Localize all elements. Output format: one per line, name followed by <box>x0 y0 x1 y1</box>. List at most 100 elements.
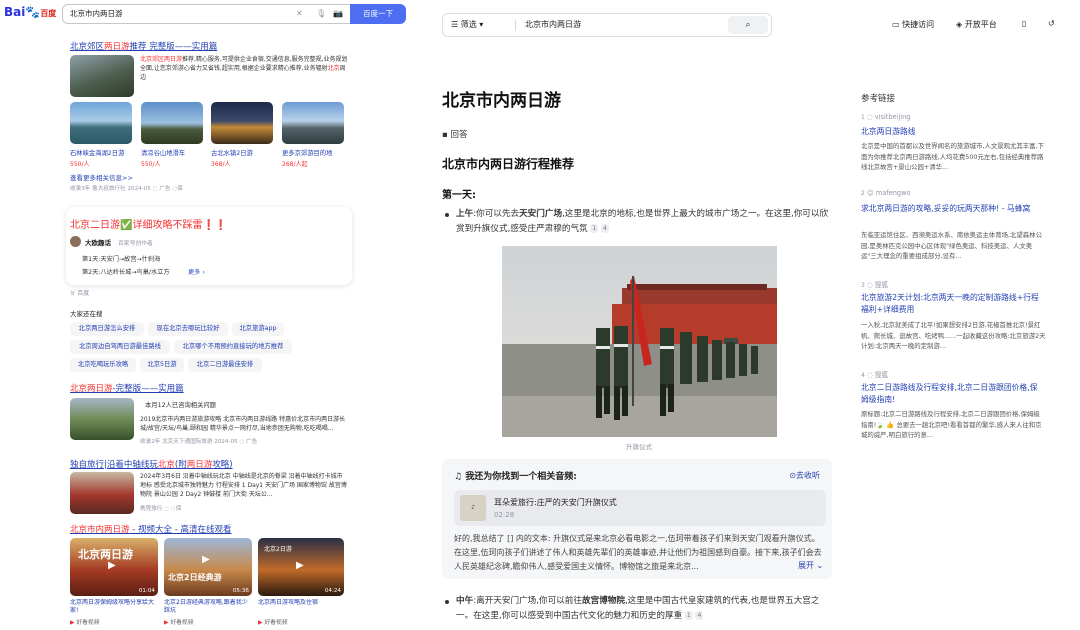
spot3-name[interactable]: 古北水镇2日游 <box>211 148 253 157</box>
result3-thumb[interactable] <box>70 398 134 440</box>
video2-thumb[interactable]: 北京2日经典游 05:36 ▶ <box>164 538 252 596</box>
spot4-name[interactable]: 更多京郊游目的地 <box>282 148 332 157</box>
history-icon[interactable]: ↺ <box>1048 19 1055 28</box>
result3-question[interactable]: 本月12人已咨询相关问题 <box>145 400 216 409</box>
spot3-thumb[interactable] <box>211 102 273 144</box>
expand-link[interactable]: 展开 ⌄ <box>796 560 824 571</box>
result2-author[interactable]: 大欧趣话 <box>85 237 111 247</box>
spot4-thumb[interactable] <box>282 102 344 144</box>
video3-source-label: 好看视频 <box>264 620 288 626</box>
chip-4[interactable]: 北京周边自驾两日游最佳路线 <box>70 340 170 354</box>
mic-icon[interactable]: 🎙 <box>316 5 326 23</box>
ref1-source[interactable]: 1 ◌ visitbeijing <box>861 113 910 121</box>
video3-caption[interactable]: 北京两日游攻略及住宿 <box>258 599 344 615</box>
result1-thumb[interactable] <box>70 55 134 97</box>
mobile-icon[interactable]: ▯ <box>1022 19 1026 28</box>
listen-button[interactable]: ⊙去收听 <box>789 470 820 481</box>
audio-name: 耳朵爱旅行:庄严的天安门升旗仪式 <box>494 498 617 507</box>
ref4-source[interactable]: 4 ◌ 搜狐 <box>861 369 888 379</box>
ref2-title[interactable]: 求北京两日游的攻略,妥妥的玩两天那种! - 马蜂窝 <box>861 203 1043 215</box>
search-icon[interactable]: ⌕ <box>728 16 768 34</box>
logo-cn: 百度 <box>40 9 57 18</box>
audio-item[interactable]: ♪ 耳朵爱旅行:庄严的天安门升旗仪式 02:28 <box>454 490 826 526</box>
also-searched-title: 大家还在搜 <box>70 310 103 318</box>
ref2-source[interactable]: 2 ☺ mafengwo <box>861 189 911 197</box>
answer-search-query[interactable]: 北京市内两日游 <box>525 14 581 36</box>
result5-title[interactable]: 北京市内两日游 - 视频大全 - 高清在线观看 <box>70 523 231 535</box>
avatar[interactable] <box>70 236 81 247</box>
day1-heading: 第一天: <box>442 190 476 201</box>
filter-dropdown[interactable]: ☰ 筛选 ▾ <box>451 14 483 36</box>
search-separator <box>515 20 516 31</box>
flag-ceremony-illustration <box>502 246 777 437</box>
open-platform-button[interactable]: ◈ 开放平台 <box>956 19 997 30</box>
quick-access-button[interactable]: ▭ 快捷访问 <box>892 19 934 30</box>
search-button[interactable]: 百度一下 <box>350 4 406 24</box>
search-input[interactable]: 北京市内两日游 ✕ 🎙 📷 <box>62 4 350 24</box>
result4-title-a: 独自旅行|沿着中轴线玩 <box>70 460 158 470</box>
caret-down-icon: ▾ <box>476 20 484 29</box>
ref4-title[interactable]: 北京二日游路线及行程安排,北京二日游跟团价格,保姆级指南! <box>861 382 1043 406</box>
result2-title[interactable]: 北京二日游✅详细攻略不踩雷❗❗ <box>70 216 227 231</box>
camera-icon[interactable]: 📷 <box>333 5 343 23</box>
morning-place[interactable]: 天安门广场 <box>519 209 562 219</box>
flag-ceremony-photo[interactable] <box>502 246 777 437</box>
chip-5[interactable]: 北京哪个不用预约直接玩的地方推荐 <box>174 340 292 354</box>
result2-source-label: 百度 <box>77 290 90 297</box>
spot1-thumb[interactable] <box>70 102 132 144</box>
video3-thumb[interactable]: 北京2日游 04:24 ▶ <box>258 538 344 596</box>
ref3-title[interactable]: 北京旅游2天计划:北京两天一晚的定制游路线+行程福利+详细费用 <box>861 292 1043 316</box>
citation-badge[interactable]: 4 <box>695 611 704 620</box>
answer-search-bar[interactable]: ☰ 筛选 ▾ 北京市内两日游 ⌕ <box>442 13 772 37</box>
ref3-src: 搜狐 <box>874 281 888 289</box>
clear-icon[interactable]: ✕ <box>296 5 303 23</box>
monitor-icon: ▭ <box>892 20 903 29</box>
related-audio-card: ♫ 我还为你找到一个相关音频: ⊙去收听 ♪ 耳朵爱旅行:庄严的天安门升旗仪式 … <box>442 459 832 579</box>
result1-title[interactable]: 北京郊区两日游推荐 完整版——实用篇 <box>70 40 217 52</box>
citation-badge[interactable]: 1 <box>684 611 693 620</box>
chip-8[interactable]: 北京二日游最佳安排 <box>188 358 262 372</box>
spot1-name[interactable]: 石林峡金海湖2日游 <box>70 148 124 157</box>
noon-place[interactable]: 故宫博物院 <box>582 596 625 606</box>
baidu-logo[interactable]: Bai🐾百度 <box>4 5 56 19</box>
result4-title-e: 攻略) <box>212 460 233 470</box>
result2-card[interactable]: 北京二日游✅详细攻略不踩雷❗❗ 大欧趣话 百家号创作者 第1天:天安门→故宫→什… <box>66 207 352 285</box>
search-query: 北京市内两日游 <box>70 9 123 18</box>
citation-badge[interactable]: 1 <box>590 224 599 233</box>
result1-more-link[interactable]: 查看更多相关信息>> <box>70 172 133 182</box>
result3-title[interactable]: 北京两日游-完整版——实用篇 <box>70 382 184 394</box>
ref1-title[interactable]: 北京两日游路线 <box>861 126 1043 138</box>
chip-2[interactable]: 现在北京去哪玩比较好 <box>148 322 228 336</box>
result1-title-b: 两日游 <box>104 42 130 52</box>
result1-title-a: 北京郊区 <box>70 42 105 52</box>
music-icon: ♫ <box>454 472 466 482</box>
result4-thumb[interactable] <box>70 472 134 514</box>
citation-badge[interactable]: 4 <box>600 224 609 233</box>
video1-source-label: 好看视频 <box>76 620 100 626</box>
morning-paragraph: 上午:你可以先去天安门广场,这里是北京的地标,也是世界上最大的城市广场之一。在这… <box>456 207 836 237</box>
chip-3[interactable]: 北京旅游app <box>232 322 284 336</box>
chip-1[interactable]: 北京两日游怎么安排 <box>70 322 144 336</box>
result1-title-c: 推荐 完整版——实用篇 <box>129 42 218 52</box>
noon-label: 中午 <box>456 596 474 606</box>
ref1-num: 1 <box>861 114 865 121</box>
chip-6[interactable]: 北京吃喝玩乐攻略 <box>70 358 136 372</box>
answer-heading: 北京市内两日游行程推荐 <box>442 157 575 171</box>
ref4-body: 原标题:北京二日游路线及行程安排,北京二日游跟团价格,保姆级指南!🍃 👍 总要去… <box>861 410 1042 439</box>
chip-7[interactable]: 北京5日游 <box>140 358 184 372</box>
spot2-thumb[interactable] <box>141 102 203 144</box>
result1-body-a: 北京郊区两日游 <box>140 56 183 63</box>
bullet <box>445 213 449 217</box>
ref3-source[interactable]: 3 ◌ 搜狐 <box>861 279 888 289</box>
video1-thumb[interactable]: 北京两日游 01:04 ▶ <box>70 538 158 596</box>
result1-body-c: 北京 <box>327 65 340 72</box>
result4-title[interactable]: 独自旅行|沿着中轴线玩北京(附两日游攻略) <box>70 458 233 470</box>
video1-overlay: 北京两日游 <box>78 548 133 561</box>
spot1-price: 550/人 <box>70 161 90 168</box>
video1-caption[interactable]: 北京两日游保姆级攻略分享给大家! <box>70 599 158 615</box>
result1-body: 北京郊区两日游推荐,精心服务,可提供企业食宿,交通信息,服务完整规,业务规划全面… <box>140 55 348 87</box>
video2-caption[interactable]: 北京2日游经典游攻略,跟着我少踩坑 <box>164 599 252 615</box>
spot2-name[interactable]: 清凉谷山地滑车 <box>141 148 185 157</box>
ai-answer-pane: ☰ 筛选 ▾ 北京市内两日游 ⌕ ▭ 快捷访问 ◈ 开放平台 ▯ ↺ 北京市内两… <box>414 0 1080 630</box>
result2-more[interactable]: 更多 › <box>188 267 205 276</box>
